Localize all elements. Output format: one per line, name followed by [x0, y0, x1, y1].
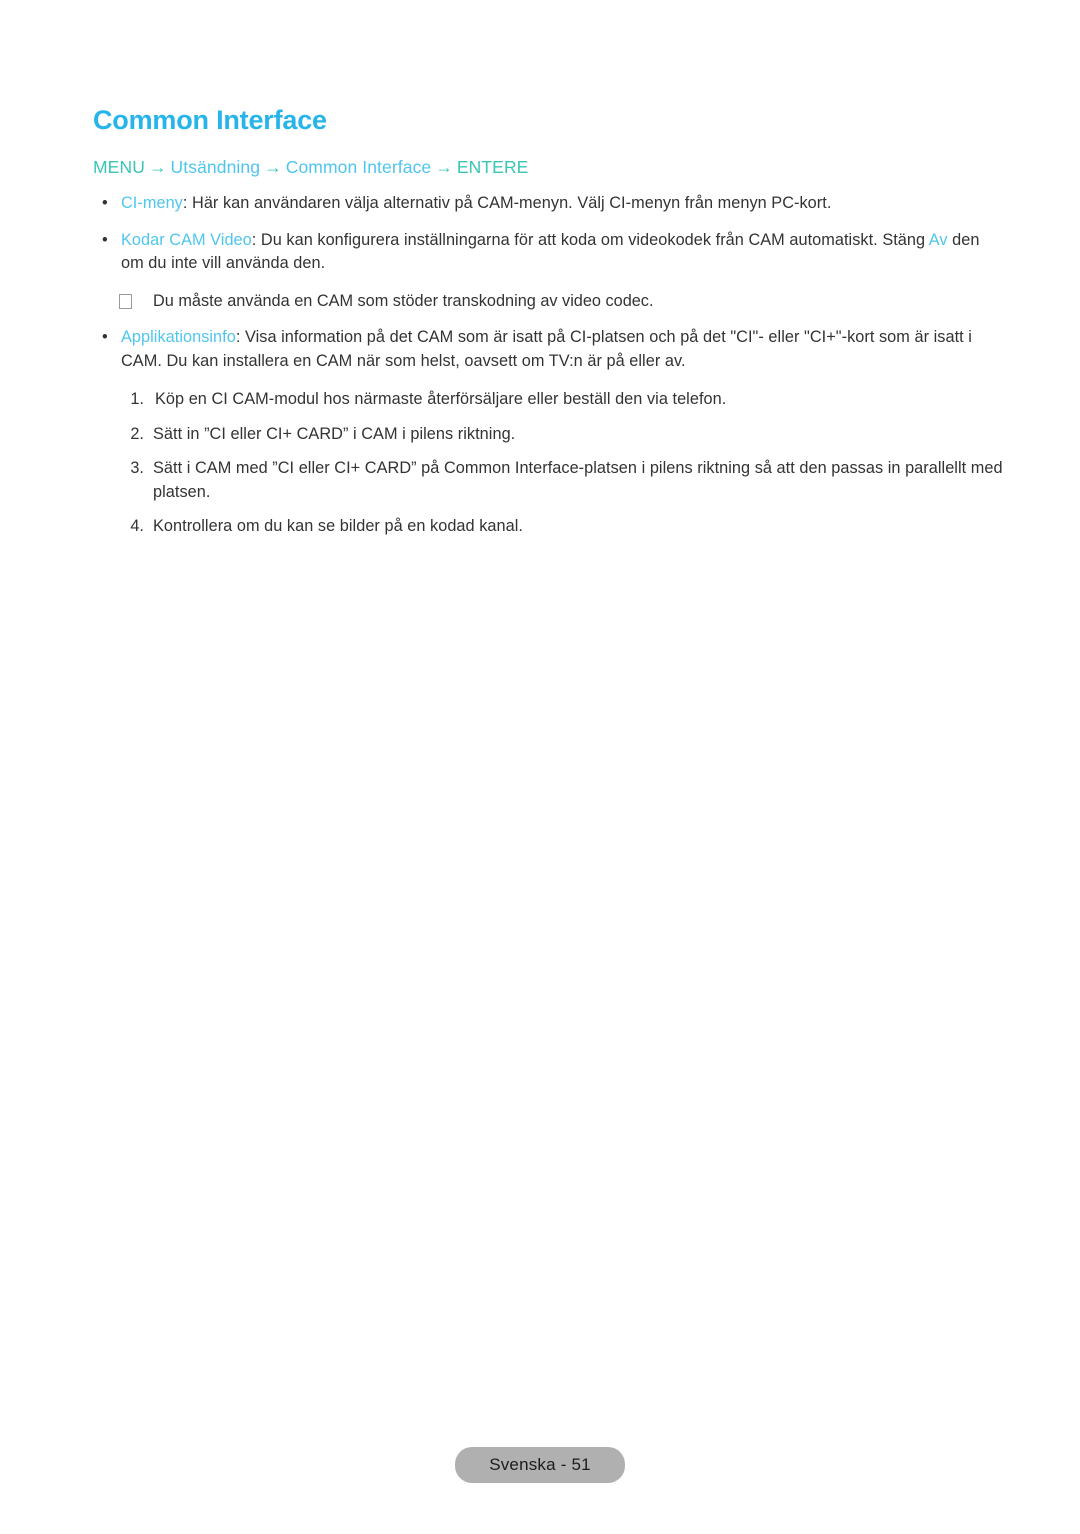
- step-number-4: 4.: [130, 517, 144, 535]
- bullet-dot-icon: •: [102, 194, 108, 212]
- breadcrumb-arrow-icon: →: [148, 157, 167, 177]
- page-footer: Svenska - 51: [0, 1447, 1080, 1483]
- note-text: Du måste använda en CAM som stöder trans…: [153, 291, 654, 310]
- step-text-3: Sätt i CAM med ”CI eller CI+ CARD” på Co…: [153, 459, 1003, 501]
- breadcrumb-arrow-icon: →: [264, 157, 282, 177]
- breadcrumb-item-enter: ENTERE: [456, 157, 529, 177]
- document-page: Common Interface MENU → Utsändning → Common …: [0, 0, 1080, 1534]
- bullet-item-application-info: • Applikationsinfo: Visa information på d…: [93, 326, 1003, 373]
- step-text-1: Köp en CI CAM-modul hos närmaste återför…: [155, 390, 727, 408]
- breadcrumb-item-menu: MENU: [93, 157, 145, 177]
- step-item-2: 2. Sätt in ”CI eller CI+ CARD” i CAM i pi…: [93, 423, 1003, 447]
- note-transcoding-requirement: Du måste använda en CAM som stöder trans…: [93, 290, 1003, 314]
- bullet-term-cam-video-transcoding: Kodar CAM Video: [121, 230, 252, 249]
- page-content: Common Interface MENU → Utsändning → Common …: [93, 104, 1003, 539]
- step-text-4: Kontrollera om du kan se bilder på en ko…: [153, 517, 523, 535]
- step-item-3: 3. Sätt i CAM med ”CI eller CI+ CARD” på …: [93, 457, 1003, 504]
- breadcrumb-item-common-interface: Common Interface: [285, 157, 432, 177]
- bullet-text-ci-menu: : Här kan användaren välja alternativ på…: [182, 194, 832, 212]
- step-item-4: 4. Kontrollera om du kan se bilder på en …: [93, 515, 1003, 539]
- note-box-glyph-icon: [119, 293, 132, 309]
- step-number-3: 3.: [130, 459, 144, 477]
- bullet-item-cam-video-transcoding: • Kodar CAM Video: Du kan konfigurera ins…: [93, 229, 1003, 276]
- step-text-2: Sätt in ”CI eller CI+ CARD” i CAM i pile…: [153, 424, 516, 443]
- bullet-text-cam-video-transcoding: : Du kan konfigurera inställningarna för…: [251, 230, 929, 249]
- bullet-text-application-info: : Visa information på det CAM som är isa…: [121, 328, 972, 370]
- step-number-2: 2.: [130, 424, 144, 443]
- numbered-steps-list: 1. Köp en CI CAM-modul hos närmaste återf…: [93, 388, 1003, 539]
- bullet-dot-icon: •: [102, 230, 108, 249]
- page-number-badge: Svenska - 51: [455, 1447, 625, 1483]
- bullet-dot-icon: •: [102, 328, 108, 346]
- breadcrumb-item-broadcast: Utsändning: [170, 157, 261, 177]
- breadcrumb-arrow-icon: →: [435, 157, 453, 177]
- breadcrumb: MENU → Utsändning → Common Interface → ENTERE: [93, 155, 1003, 179]
- bullet-item-ci-menu: • CI-meny: Här kan användaren välja alter…: [93, 192, 1003, 216]
- bullet-term-ci-menu: CI-meny: [121, 194, 183, 212]
- step-item-1: 1. Köp en CI CAM-modul hos närmaste återf…: [93, 388, 1003, 412]
- bullet-term-application-info: Applikationsinfo: [121, 328, 236, 346]
- page-title: Common Interface: [93, 105, 327, 135]
- bullet-value-off: Av: [928, 230, 948, 249]
- step-number-1: 1.: [130, 390, 144, 408]
